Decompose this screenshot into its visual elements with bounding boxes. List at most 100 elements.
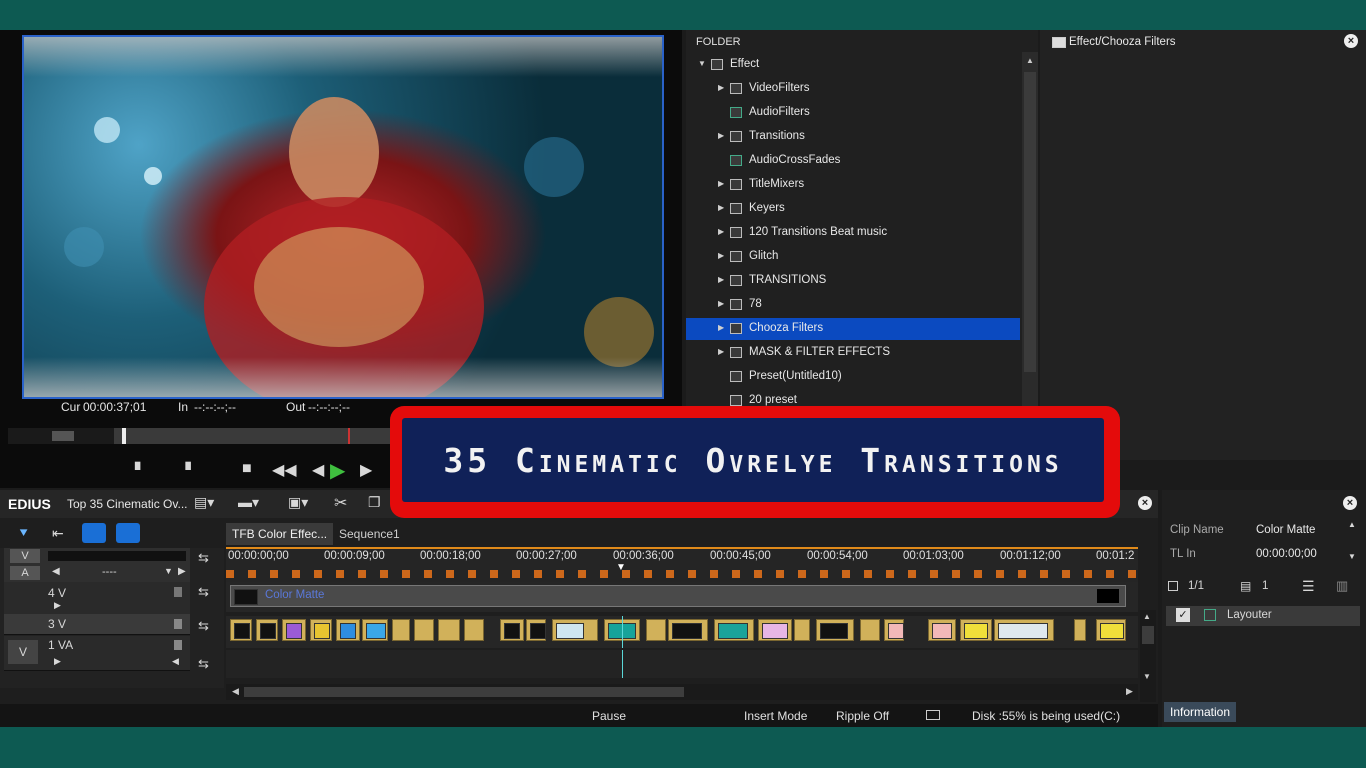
chevron-right-icon[interactable]: ▶ [718,203,724,212]
chevron-right-icon[interactable]: ▶ [718,299,724,308]
lock-icon[interactable] [174,640,182,650]
expand-icon[interactable]: ▶ [54,600,61,611]
tree-item-mask-filter-effects[interactable]: ▶ MASK & FILTER EFFECTS [686,342,1020,364]
snap-icon[interactable]: ⯆ [18,525,29,542]
clip[interactable] [928,619,956,641]
mark-out-icon[interactable]: ▝ [180,462,191,479]
tree-item-titlemixers[interactable]: ▶ TitleMixers [686,174,1020,196]
clip[interactable] [464,619,484,641]
scroll-up-icon[interactable]: ▲ [1143,612,1151,621]
layers-icon[interactable]: ▤ [1240,579,1251,593]
chevron-right-icon[interactable]: ▶ [718,131,724,140]
sequence-icon[interactable]: ▤▾ [194,494,214,511]
scroll-down-icon[interactable]: ▼ [1143,672,1151,681]
clip[interactable] [1074,619,1086,641]
clip[interactable] [362,619,388,641]
tree-item-chooza-filters[interactable]: ▶ Chooza Filters [686,318,1020,340]
tree-item-78[interactable]: ▶ 78 [686,294,1020,316]
clip[interactable] [552,619,598,641]
chevron-right-icon[interactable]: ▶ [718,275,724,284]
save-icon[interactable]: ▣▾ [288,494,308,511]
track-1va-header[interactable]: V 1 VA ▶ ◀ [4,636,190,671]
scroll-thumb[interactable] [1024,72,1036,372]
clip[interactable] [960,619,992,641]
insert-mode-status[interactable]: Insert Mode [744,709,807,723]
clip[interactable] [884,619,904,641]
mark-in-icon[interactable]: ▘ [135,462,146,479]
clip[interactable] [860,619,880,641]
open-folder-icon[interactable]: ▬▾ [238,494,259,511]
track-3v-header[interactable]: 3 V [4,614,190,635]
cut-icon[interactable]: ✂ [334,493,347,513]
tree-item-videofilters[interactable]: ▶ VideoFilters [686,78,1020,100]
lock-icon[interactable] [174,587,182,597]
sync-icon[interactable]: ⇆ [198,618,209,634]
tree-item-audiofilters[interactable]: AudioFilters [686,102,1020,124]
group-icon[interactable] [116,523,140,543]
timeline-ruler[interactable]: 00:00:00;00 00:00:09;00 00:00:18;00 00:0… [226,547,1138,582]
clip[interactable] [758,619,792,641]
timeline-hscrollbar[interactable]: ◀ ▶ [226,684,1138,700]
clip[interactable] [256,619,278,641]
layer-row-layouter[interactable]: ✓ Layouter [1166,606,1360,626]
tab-information[interactable]: Information [1164,702,1237,722]
step-back-icon[interactable]: ◀ [312,460,324,480]
chevron-right-icon[interactable]: ▶ [718,227,724,236]
clip[interactable] [1096,619,1126,641]
speaker-icon[interactable]: ◀ [172,656,179,667]
ripple-icon[interactable]: ⇤ [52,525,64,542]
scroll-left-icon[interactable]: ◀ [232,686,239,697]
tab-tfb-color-effect[interactable]: TFB Color Effec... [226,523,334,545]
scroll-down-icon[interactable]: ▼ [1348,552,1356,561]
scroll-up-icon[interactable]: ▲ [1026,56,1034,65]
clip[interactable] [336,619,360,641]
clip[interactable] [500,619,524,641]
scroll-thumb[interactable] [244,687,684,697]
timeline-vscrollbar[interactable]: ▲ ▼ [1140,610,1156,702]
tree-item-transitions[interactable]: ▶ Transitions [686,126,1020,148]
clip[interactable] [392,619,410,641]
clip[interactable] [414,619,434,641]
sync-icon[interactable]: ⇆ [198,550,209,566]
chevron-right-icon[interactable]: ▶ [718,251,724,260]
scroll-up-icon[interactable]: ▲ [1348,520,1356,529]
trash-icon[interactable]: ▥ [1336,578,1348,594]
clip[interactable] [438,619,460,641]
ripple-status[interactable]: Ripple Off [836,709,889,723]
playhead-marker-icon[interactable]: ▼ [616,562,626,573]
chevron-down-icon[interactable]: ▼ [698,59,706,68]
chevron-right-icon[interactable]: ▶ [718,179,724,188]
step-forward-icon[interactable]: ▶ [360,460,372,480]
clip[interactable] [282,619,306,641]
clip[interactable] [816,619,854,641]
rewind-icon[interactable]: ◀◀ [272,460,297,480]
close-icon[interactable]: × [1344,34,1358,48]
playhead-handle[interactable] [122,428,126,444]
clip[interactable] [230,619,252,641]
tree-item-120-transitions[interactable]: ▶ 120 Transitions Beat music [686,222,1020,244]
sync-icon[interactable]: ⇆ [198,584,209,600]
checkbox-icon[interactable]: ✓ [1176,608,1190,622]
chevron-right-icon[interactable]: ▶ [718,347,724,356]
close-icon[interactable]: × [1138,496,1152,510]
track-v-header[interactable]: V [4,548,190,565]
clip[interactable] [646,619,666,641]
tree-item-preset-untitled10[interactable]: Preset(Untitled10) [686,366,1020,388]
track-4v-header[interactable]: 4 V ▶ [4,582,190,615]
clip[interactable] [714,619,754,641]
folder-scrollbar[interactable]: ▲ [1022,52,1038,408]
lock-icon[interactable] [174,619,182,629]
tree-item-effect[interactable]: ▼ Effect [686,54,1020,76]
tree-item-audiocrossfades[interactable]: AudioCrossFades [686,150,1020,172]
chevron-down-icon[interactable]: ▼ [164,566,173,576]
chevron-right-icon[interactable]: ▶ [718,83,724,92]
tree-item-glitch[interactable]: ▶ Glitch [686,246,1020,268]
play-icon[interactable]: ▶ [330,458,345,483]
expand-icon[interactable]: ▶ [54,656,61,667]
clip[interactable] [310,619,332,641]
track-a-header[interactable]: A ◀ ---- ▼ ▶ [4,564,190,583]
copy-icon[interactable]: ❐ [368,494,381,511]
clip[interactable] [526,619,546,641]
tree-item-transitions-caps[interactable]: ▶ TRANSITIONS [686,270,1020,292]
close-icon[interactable]: × [1343,496,1357,510]
